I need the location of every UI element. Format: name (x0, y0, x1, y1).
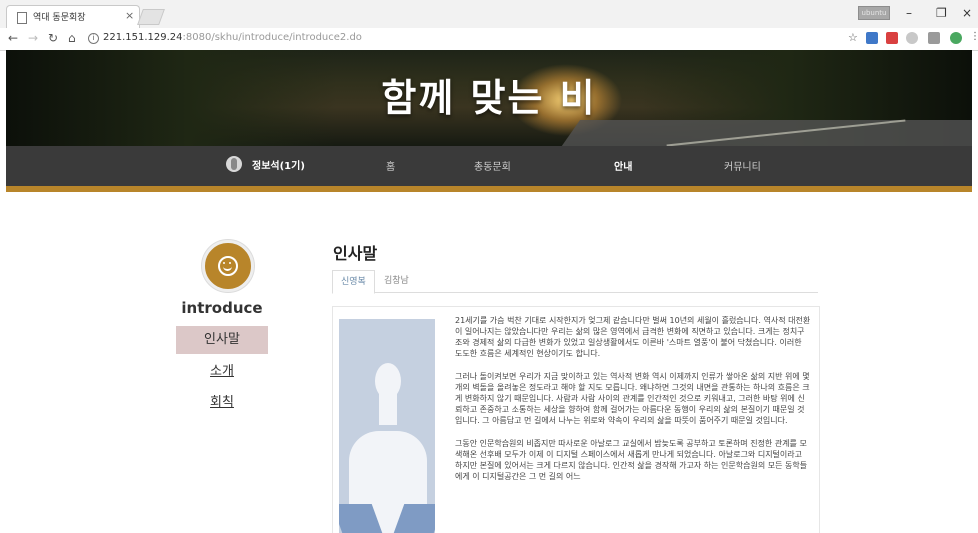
nav-item-alumni[interactable]: 총동문회 (474, 158, 511, 173)
nav-user[interactable]: 정보석(1기) (226, 156, 305, 172)
greeting-paragraph: 그동안 인문학습원의 비좁지만 따사로운 아날로그 교실에서 밤늦도록 공부하고… (455, 439, 808, 481)
browser-tab-title: 역대 동문회장 (33, 13, 86, 23)
greeting-text: 21세기를 가슴 벅찬 기대로 시작한지가 엊그제 같습니다만 벌써 10년의 … (455, 315, 811, 494)
close-window-icon[interactable]: × (962, 6, 972, 20)
info-icon[interactable]: i (88, 33, 99, 44)
content-tabs: 신영복 김창남 (332, 270, 818, 294)
new-tab-button[interactable] (137, 9, 165, 25)
page-icon (17, 12, 27, 24)
banner-road (551, 120, 972, 146)
nav-accent-bar (6, 186, 972, 192)
extension-icon[interactable] (928, 32, 940, 44)
nav-item-community[interactable]: 커뮤니티 (724, 158, 761, 173)
sidebar-item-rules[interactable]: 회칙 (176, 389, 268, 417)
sidebar-item-intro[interactable]: 소개 (176, 358, 268, 386)
address-bar: ← → ↻ ⌂ i 221.151.129.24:8080/skhu/introd… (0, 28, 978, 51)
sidebar-item-greeting[interactable]: 인사말 (176, 326, 268, 354)
tab-kim-changnam[interactable]: 김창남 (376, 270, 417, 292)
home-icon[interactable]: ⌂ (68, 31, 76, 45)
url-field[interactable]: i 221.151.129.24:8080/skhu/introduce/intr… (88, 32, 362, 44)
browser-tab[interactable]: 역대 동문회장 × (6, 5, 140, 29)
greeting-panel: 21세기를 가슴 벅찬 기대로 시작한지가 엊그제 같습니다만 벌써 10년의 … (332, 306, 820, 533)
extension-icon[interactable] (906, 32, 918, 44)
url-path: :8080/skhu/introduce/introduce2.do (182, 32, 362, 43)
tab-close-icon[interactable]: × (125, 9, 134, 22)
forward-icon[interactable]: → (28, 31, 38, 45)
extension-icon[interactable] (886, 32, 898, 44)
back-icon[interactable]: ← (8, 31, 18, 45)
bookmark-star-icon[interactable]: ☆ (848, 31, 858, 44)
greeting-paragraph: 21세기를 가슴 벅찬 기대로 시작한지가 엊그제 같습니다만 벌써 10년의 … (455, 316, 811, 358)
nav-item-home[interactable]: 홈 (386, 158, 395, 173)
nav-user-name: 정보석(1기) (252, 160, 305, 172)
url-host: 221.151.129.24 (103, 32, 183, 43)
browser-user-chip[interactable]: ubuntu (858, 6, 890, 20)
minimize-icon[interactable]: – (906, 6, 912, 20)
maximize-icon[interactable]: ❐ (936, 6, 947, 20)
banner-title: 함께 맞는 비 (381, 76, 597, 120)
tab-shin-youngbok[interactable]: 신영복 (332, 270, 375, 294)
profile-photo (339, 319, 435, 533)
page-title: 인사말 (333, 244, 378, 263)
smiley-icon (202, 240, 254, 292)
user-avatar-icon (226, 156, 242, 172)
sidebar-title: introduce (181, 299, 263, 317)
browser-tab-strip: 역대 동문회장 × ubuntu – ❐ × (0, 0, 978, 29)
nav-item-guide[interactable]: 안내 (614, 158, 632, 173)
main-nav: 정보석(1기) 홈 총동문회 안내 커뮤니티 (6, 146, 972, 186)
extension-icon[interactable] (866, 32, 878, 44)
menu-icon[interactable]: ⋮ (970, 31, 978, 42)
extension-icon[interactable] (950, 32, 962, 44)
greeting-paragraph: 그러나 돌이켜보면 우리가 지금 맞이하고 있는 역사적 변화 역시 이제까지 … (455, 372, 810, 425)
hero-banner: 함께 맞는 비 (6, 50, 972, 146)
reload-icon[interactable]: ↻ (48, 31, 58, 45)
